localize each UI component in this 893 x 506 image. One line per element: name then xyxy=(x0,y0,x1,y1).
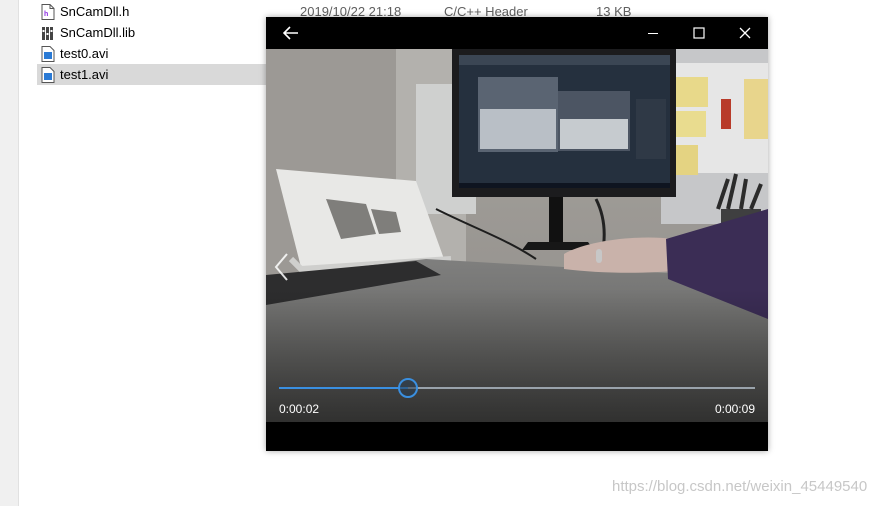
seek-bar-thumb[interactable] xyxy=(397,378,418,398)
file-row-sncamdll-lib[interactable]: SnCamDll.lib xyxy=(37,22,266,43)
video-frame-image xyxy=(266,49,768,422)
total-time: 0:00:09 xyxy=(714,402,755,416)
minimize-button[interactable] xyxy=(630,17,676,49)
back-button[interactable] xyxy=(268,17,314,49)
file-name: test0.avi xyxy=(60,46,109,61)
maximize-button[interactable] xyxy=(676,17,722,49)
svg-text:h: h xyxy=(44,11,48,18)
player-titlebar xyxy=(266,17,768,49)
library-file-icon xyxy=(42,26,53,40)
minimize-icon xyxy=(648,33,658,34)
back-arrow-icon xyxy=(283,26,298,40)
video-file-icon xyxy=(41,45,55,62)
watermark: https://blog.csdn.net/weixin_45449540 xyxy=(612,478,868,495)
file-name: SnCamDll.lib xyxy=(60,25,136,40)
file-row-test1-avi[interactable]: test1.avi xyxy=(37,64,266,85)
seek-bar-progress xyxy=(279,387,408,389)
video-file-icon xyxy=(41,66,55,83)
file-name: test1.avi xyxy=(60,67,109,82)
close-icon xyxy=(739,27,751,39)
close-button[interactable] xyxy=(722,17,768,49)
maximize-icon xyxy=(693,27,705,39)
previous-arrow-icon[interactable] xyxy=(272,252,292,282)
seek-bar[interactable] xyxy=(279,378,755,398)
file-name: SnCamDll.h xyxy=(60,4,130,19)
explorer-left-gutter xyxy=(0,0,19,506)
file-row-sncamdll-h[interactable]: h SnCamDll.h xyxy=(37,1,266,22)
player-bottom-bar xyxy=(266,422,768,451)
current-time: 0:00:02 xyxy=(279,402,320,416)
media-player-window: 0:00:02 0:00:09 10 xyxy=(266,17,768,451)
file-row-test0-avi[interactable]: test0.avi xyxy=(37,43,266,64)
video-frame[interactable]: 0:00:02 0:00:09 10 xyxy=(266,49,768,422)
header-file-icon: h xyxy=(41,3,55,20)
